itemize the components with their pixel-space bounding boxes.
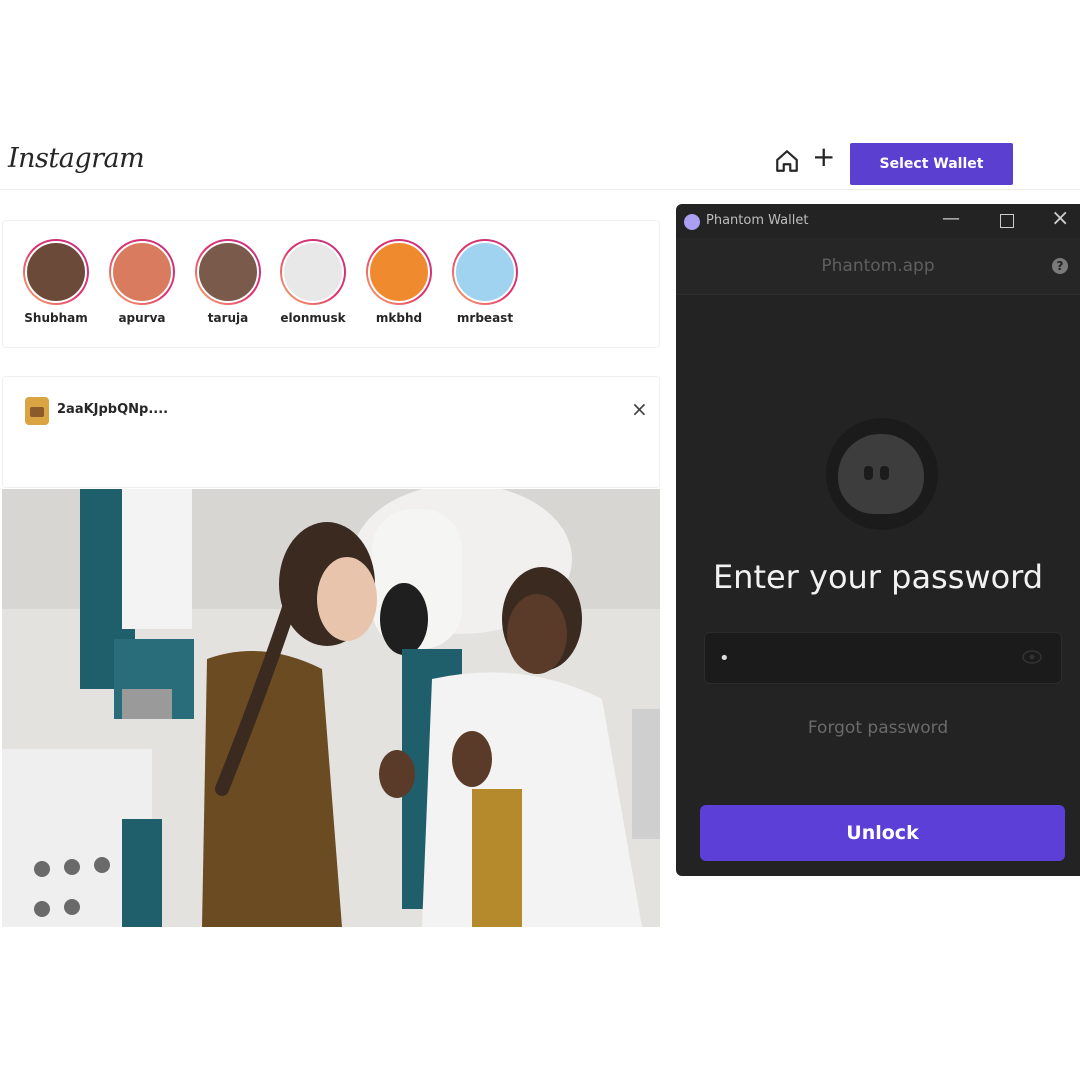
minimize-icon[interactable]: — — [942, 208, 960, 229]
story-name: apurva — [118, 311, 166, 325]
forgot-password-link[interactable]: Forgot password — [676, 718, 1080, 738]
story-item[interactable]: apurva — [102, 239, 182, 325]
instagram-header: Instagram + Select Wallet — [0, 135, 1080, 190]
story-item[interactable]: elonmusk — [273, 239, 353, 325]
avatar — [25, 241, 87, 303]
password-heading: Enter your password — [712, 558, 1044, 596]
story-name: mrbeast — [456, 311, 514, 325]
avatar — [454, 241, 516, 303]
avatar — [197, 241, 259, 303]
story-name: elonmusk — [280, 311, 346, 325]
eye-icon[interactable] — [1022, 650, 1042, 664]
select-wallet-button[interactable]: Select Wallet — [850, 143, 1013, 185]
story-item[interactable]: Shubham — [16, 239, 96, 325]
close-icon[interactable]: × — [1051, 206, 1069, 231]
phantom-icon — [684, 214, 700, 230]
password-input[interactable] — [704, 632, 1062, 684]
unlock-button[interactable]: Unlock — [700, 805, 1065, 861]
home-icon[interactable] — [774, 148, 800, 174]
post-image[interactable] — [2, 489, 660, 927]
story-item[interactable]: taruja — [188, 239, 268, 325]
post-photo — [2, 489, 660, 927]
post-username[interactable]: 2aaKJpbQNp.... — [57, 402, 168, 417]
phantom-wallet-window: Phantom Wallet — × Phantom.app ? Enter y… — [676, 204, 1080, 876]
maximize-icon[interactable] — [1000, 214, 1014, 228]
stories-bar: Shubham apurva taruja elonmusk mkbhd mrb… — [2, 220, 660, 348]
story-name: mkbhd — [375, 311, 423, 325]
window-titlebar: Phantom Wallet — × — [676, 204, 1080, 238]
story-name: taruja — [207, 311, 249, 325]
window-title: Phantom Wallet — [706, 213, 809, 228]
avatar — [111, 241, 173, 303]
close-icon[interactable]: × — [631, 397, 648, 421]
post-header: 2aaKJpbQNp.... × — [2, 376, 660, 488]
story-item[interactable]: mkbhd — [359, 239, 439, 325]
plus-icon[interactable]: + — [812, 143, 835, 171]
post-avatar[interactable] — [25, 397, 49, 425]
instagram-logo[interactable]: Instagram — [8, 143, 145, 174]
avatar — [368, 241, 430, 303]
wallet-header: Phantom.app ? — [676, 238, 1080, 295]
phantom-ghost-logo — [826, 418, 938, 530]
site-host: Phantom.app — [821, 256, 935, 276]
story-item[interactable]: mrbeast — [445, 239, 525, 325]
help-icon[interactable]: ? — [1052, 258, 1068, 274]
avatar — [282, 241, 344, 303]
story-name: Shubham — [24, 311, 88, 325]
